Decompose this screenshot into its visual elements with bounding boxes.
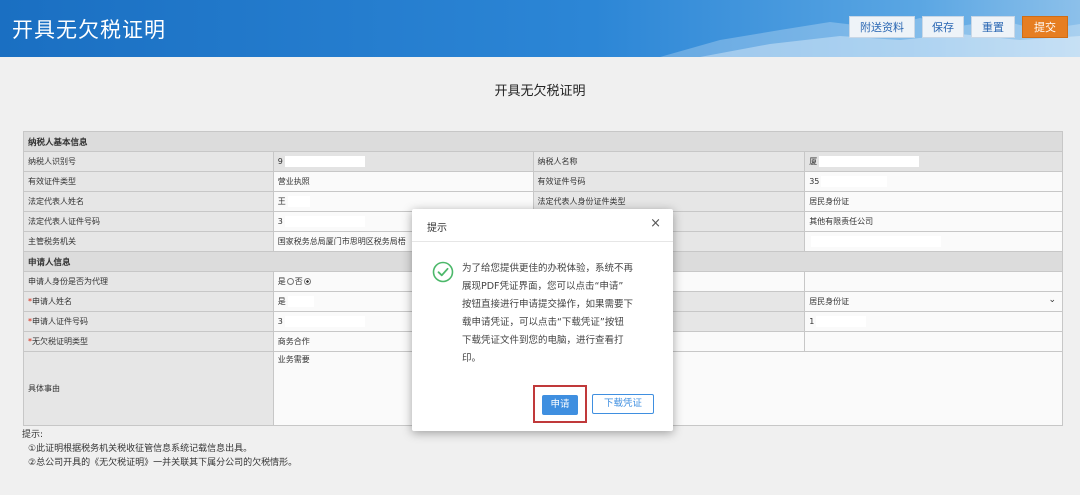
redaction-mask xyxy=(811,236,942,247)
legal-rep-id-type-value: 居民身份证 xyxy=(804,191,1063,212)
company-type-value: 其他有限责任公司 xyxy=(804,211,1063,232)
redaction-mask xyxy=(816,316,867,327)
tax-id-label: 纳税人识别号 xyxy=(23,151,274,172)
section-taxpayer-info: 纳税人基本信息 xyxy=(23,131,1063,152)
redaction-mask xyxy=(287,196,310,207)
reset-button[interactable]: 重置 xyxy=(971,16,1015,38)
taxpayer-name-label: 纳税人名称 xyxy=(532,151,806,172)
empty-cell xyxy=(804,331,1063,352)
download-certificate-button[interactable]: 下载凭证 xyxy=(592,394,654,414)
message-line: 按钮直接进行申请提交操作，如果需要下 xyxy=(462,299,634,310)
redaction-mask xyxy=(287,296,314,307)
redaction-mask xyxy=(821,176,888,187)
tax-id-value: 9 xyxy=(272,151,534,172)
notes: 提示: ①此证明根据税务机关税收征管信息系统记载信息出具。 ②总公司开具的《无欠… xyxy=(22,428,297,470)
notes-title: 提示: xyxy=(22,430,44,440)
notes-line-2: ②总公司开具的《无欠税证明》一并关联其下属分公司的欠税情形。 xyxy=(28,458,298,468)
dialog-message: 为了给您提供更佳的办税体验，系统不再 展现PDF凭证界面，您可以点击“申请” 按… xyxy=(462,260,656,368)
cert-no-label: 有效证件号码 xyxy=(532,171,806,192)
is-agent-label: 申请人身份是否为代理 xyxy=(23,271,274,292)
apply-button[interactable]: 申请 xyxy=(542,395,578,415)
message-line: 载申请凭证，可以点击“下载凭证”按钮 xyxy=(462,317,624,328)
app-header: 开具无欠税证明 附送资料 保存 重置 提交 xyxy=(0,0,1080,57)
submit-button[interactable]: 提交 xyxy=(1022,16,1068,38)
taxpayer-name-value: 厦 xyxy=(804,151,1063,172)
applicant-id-no-field-2[interactable]: 1 xyxy=(804,311,1063,332)
message-line: 为了给您提供更佳的办税体验，系统不再 xyxy=(462,263,634,274)
message-line: 印。 xyxy=(462,353,482,364)
radio-no-label: 否 xyxy=(294,277,303,286)
radio-no[interactable] xyxy=(303,278,311,285)
close-icon[interactable]: × xyxy=(650,216,661,231)
message-line: 展现PDF凭证界面，您可以点击“申请” xyxy=(462,281,624,292)
redaction-mask xyxy=(284,316,365,327)
cert-no-value: 35 xyxy=(804,171,1063,192)
radio-yes-label: 是 xyxy=(277,277,286,286)
legal-rep-name-label: 法定代表人姓名 xyxy=(23,191,274,212)
app-title: 开具无欠税证明 xyxy=(12,18,166,42)
redaction-mask xyxy=(284,156,365,167)
attach-materials-button[interactable]: 附送资料 xyxy=(849,16,915,38)
page-title: 开具无欠税证明 xyxy=(494,84,586,99)
applicant-name-label: *申请人姓名 xyxy=(23,291,274,312)
tax-authority-extra-value xyxy=(804,231,1063,252)
apply-button-highlight: 申请 xyxy=(533,385,587,423)
cert-type-label: 有效证件类型 xyxy=(23,171,274,192)
legal-rep-id-no-label: 法定代表人证件号码 xyxy=(23,211,274,232)
applicant-id-type-select[interactable]: 居民身份证 ⌄ xyxy=(804,291,1063,312)
dialog-divider xyxy=(412,241,673,242)
reason-label: 具体事由 xyxy=(23,351,274,426)
applicant-id-no-label: *申请人证件号码 xyxy=(23,311,274,332)
notice-dialog: 提示 × 为了给您提供更佳的办税体验，系统不再 展现PDF凭证界面，您可以点击“… xyxy=(412,209,673,431)
dialog-title: 提示 xyxy=(427,223,447,234)
cert-type-value: 营业执照 xyxy=(272,171,534,192)
chevron-down-icon: ⌄ xyxy=(1048,295,1056,305)
tax-authority-label: 主管税务机关 xyxy=(23,231,274,252)
cert-kind-label: *无欠税证明类型 xyxy=(23,331,274,352)
radio-yes[interactable] xyxy=(286,278,294,285)
success-check-icon xyxy=(432,261,454,283)
notes-line-1: ①此证明根据税务机关税收征管信息系统记载信息出具。 xyxy=(28,444,253,454)
save-button[interactable]: 保存 xyxy=(922,16,964,38)
empty-cell xyxy=(804,271,1063,292)
redaction-mask xyxy=(284,216,365,227)
redaction-mask xyxy=(819,156,920,167)
message-line: 下载凭证文件到您的电脑，进行查看打 xyxy=(462,335,624,346)
